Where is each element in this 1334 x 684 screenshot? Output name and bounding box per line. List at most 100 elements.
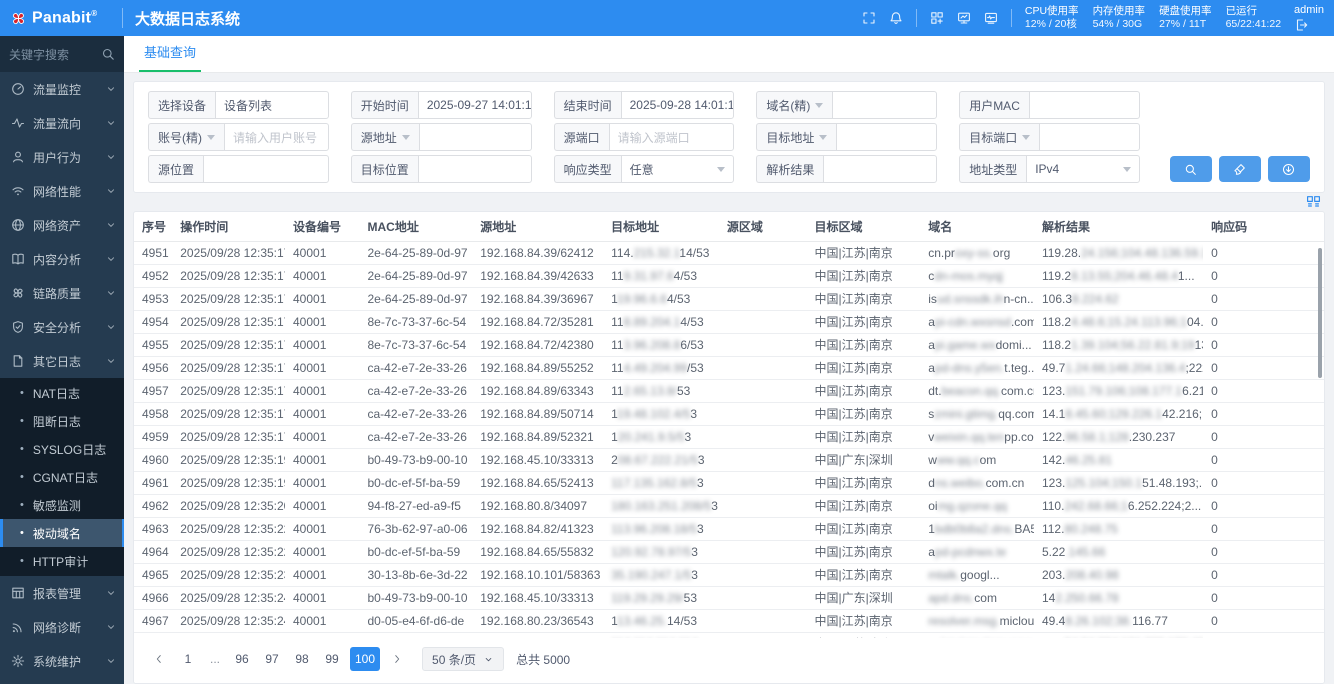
sidebar-item-网络诊断[interactable]: 网络诊断 xyxy=(0,610,124,644)
panabit-pinwheel-icon xyxy=(9,9,28,28)
sidebar-subitem-HTTP审计[interactable]: •HTTP审计 xyxy=(0,547,124,575)
filter-input-结束时间[interactable]: 2025-09-28 14:01:10 xyxy=(621,91,735,119)
table-cell: 中国|江苏|南京 xyxy=(806,563,920,586)
filter-input-地址类型[interactable]: IPv4 xyxy=(1026,155,1140,183)
column-header-源区域: 源区域 xyxy=(719,212,807,241)
sidebar-subitem-SYSLOG日志[interactable]: •SYSLOG日志 xyxy=(0,435,124,463)
sidebar-item-其它日志[interactable]: 其它日志 xyxy=(0,344,124,378)
filter-input-账号(精)[interactable]: 请输入用户账号 xyxy=(224,123,329,151)
next-page-button[interactable] xyxy=(386,647,408,671)
table-cell: 中国|江苏|南京 xyxy=(806,310,920,333)
notification-bell-icon[interactable] xyxy=(889,11,903,25)
sidebar-subitem-阻断日志[interactable]: •阻断日志 xyxy=(0,407,124,435)
chevron-down-icon xyxy=(105,151,117,163)
filter-input-源端口[interactable]: 请输入源端口 xyxy=(609,123,735,151)
table-cell: 192.168.84.72/42380 xyxy=(472,333,603,356)
filter-input-响应类型[interactable]: 任意 xyxy=(621,155,735,183)
page-size-select[interactable]: 50 条/页 xyxy=(422,647,504,671)
search-icon[interactable] xyxy=(101,47,115,61)
sidebar-item-网络资产[interactable]: 网络资产 xyxy=(0,208,124,242)
sidebar-item-报表管理[interactable]: 报表管理 xyxy=(0,576,124,610)
redacted-text: 19.48.102.4/5 xyxy=(617,407,690,421)
sidebar-item-系统维护[interactable]: 系统维护 xyxy=(0,644,124,678)
sidebar-item-label: 网络性能 xyxy=(33,183,97,200)
sidebar-item-网络性能[interactable]: 网络性能 xyxy=(0,174,124,208)
table-cell: 30-13-8b-6e-3d-22 xyxy=(360,563,473,586)
sidebar-item-链路质量[interactable]: 链路质量 xyxy=(0,276,124,310)
column-settings-icon[interactable] xyxy=(1306,194,1321,209)
sidebar-subitem-CGNAT日志[interactable]: •CGNAT日志 xyxy=(0,463,124,491)
table-cell: 4967 xyxy=(134,609,172,632)
redacted-text: beacon.qq. xyxy=(942,384,1001,398)
user-menu[interactable]: admin xyxy=(1294,4,1324,32)
filter-label: 结束时间 xyxy=(554,91,621,119)
filter-input-解析结果[interactable] xyxy=(823,155,937,183)
filter-input-开始时间[interactable]: 2025-09-27 14:01:10 xyxy=(418,91,532,119)
logout-icon[interactable] xyxy=(1294,18,1308,32)
table-cell: 114.114.114.114/53 xyxy=(603,632,719,638)
tab-basic-query[interactable]: 基础查询 xyxy=(139,42,201,72)
redacted-text: dn-mos.myqj xyxy=(934,269,1003,283)
system-stat: CPU使用率12% / 20核 xyxy=(1025,5,1079,31)
table-cell: 192.168.45.10/33313 xyxy=(472,448,603,471)
filter-label: 选择设备 xyxy=(148,91,215,119)
table-row: 49572025/09/28 12:35:1740001ca-42-e7-2e-… xyxy=(134,379,1324,402)
filter-input-目标端口[interactable] xyxy=(1039,123,1140,151)
page-button-1[interactable]: 1 xyxy=(176,647,200,671)
redacted-text: 20.241.9.5/5 xyxy=(618,430,685,444)
sidebar-subitem-敏感监测[interactable]: •敏感监测 xyxy=(0,491,124,519)
table-cell: 0 xyxy=(1203,310,1324,333)
redacted-text: 125.104;150.1 xyxy=(1065,476,1142,490)
page-button-96[interactable]: 96 xyxy=(230,647,254,671)
app-header: Panabit® 大数据日志系统 CPU使用率12% / 20核内存使用率54%… xyxy=(0,0,1334,36)
submenu-label: NAT日志 xyxy=(33,385,80,402)
table-cell: 40001 xyxy=(285,494,360,517)
sidebar-item-label: 安全分析 xyxy=(33,319,97,336)
sidebar-item-内容分析[interactable]: 内容分析 xyxy=(0,242,124,276)
filter-input-源地址[interactable] xyxy=(419,123,532,151)
vertical-scrollbar[interactable] xyxy=(1318,248,1322,378)
table-cell xyxy=(719,402,807,425)
filter-input-源位置[interactable] xyxy=(203,155,329,183)
page-button-97[interactable]: 97 xyxy=(260,647,284,671)
tab-bar: 基础查询 xyxy=(124,36,1334,73)
table-cell: 5.22.145.66 xyxy=(1034,540,1203,563)
table-cell: 2025/09/28 12:35:17 xyxy=(172,425,285,448)
sidebar-item-用户行为[interactable]: 用户行为 xyxy=(0,140,124,174)
sidebar-item-label: 内容分析 xyxy=(33,251,97,268)
monitor-chart-icon[interactable] xyxy=(957,11,971,25)
clean-button[interactable] xyxy=(1219,156,1261,182)
app-title: 大数据日志系统 xyxy=(135,8,240,29)
table-cell: 192.168.84.89/52321 xyxy=(472,425,603,448)
prev-page-button[interactable] xyxy=(148,647,170,671)
table-row: 49512025/09/28 12:35:17400012e-64-25-89-… xyxy=(134,241,1324,264)
column-header-目标地址: 目标地址 xyxy=(603,212,719,241)
table-cell: 112.80.248.75 xyxy=(1034,517,1203,540)
filter-field-地址类型: 地址类型IPv4 xyxy=(959,155,1140,183)
cell-text: ad xyxy=(928,637,941,639)
filter-input-域名(精)[interactable] xyxy=(832,91,937,119)
search-button[interactable] xyxy=(1170,156,1212,182)
filter-input-目标位置[interactable] xyxy=(418,155,532,183)
cell-text: 118.2 xyxy=(1042,338,1071,352)
redacted-text: 2.65.13.8/ xyxy=(624,384,677,398)
dashboard-apps-icon[interactable] xyxy=(930,11,944,25)
table-cell: 4962 xyxy=(134,494,172,517)
cell-text: om xyxy=(980,453,997,467)
page-button-100[interactable]: 100 xyxy=(350,647,380,671)
page-button-99[interactable]: 99 xyxy=(320,647,344,671)
filter-input-选择设备[interactable]: 设备列表 xyxy=(215,91,329,119)
fullscreen-icon[interactable] xyxy=(862,11,876,25)
page-button-98[interactable]: 98 xyxy=(290,647,314,671)
sidebar-item-安全分析[interactable]: 安全分析 xyxy=(0,310,124,344)
filter-input-用户MAC[interactable] xyxy=(1029,91,1140,119)
sidebar-item-流量监控[interactable]: 流量监控 xyxy=(0,72,124,106)
sidebar-subitem-被动域名[interactable]: •被动域名 xyxy=(0,519,124,547)
ping-tool-icon[interactable] xyxy=(984,11,998,25)
filter-input-目标地址[interactable] xyxy=(836,123,937,151)
download-button[interactable] xyxy=(1268,156,1310,182)
sidebar-subitem-NAT日志[interactable]: •NAT日志 xyxy=(0,379,124,407)
keyword-search-input[interactable]: 关键字搜索 xyxy=(0,36,124,72)
sidebar-item-流量流向[interactable]: 流量流向 xyxy=(0,106,124,140)
cell-text: 49.7 xyxy=(1042,361,1065,375)
